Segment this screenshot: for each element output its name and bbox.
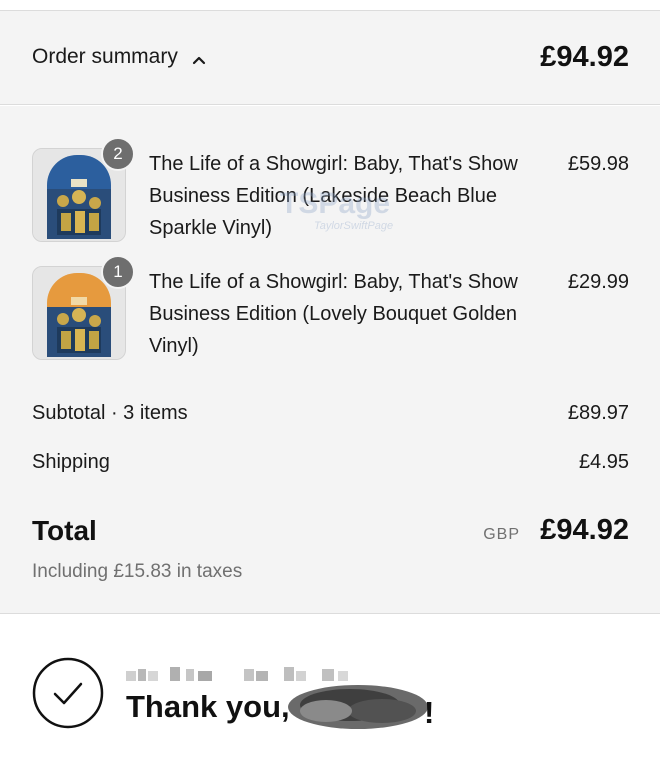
product-thumbnail: 2 [32,137,135,242]
check-circle-icon [32,657,104,729]
tax-note: Including £15.83 in taxes [32,561,243,582]
order-summary-label: Order summary [32,45,178,68]
quantity-badge: 1 [101,255,135,289]
item-title: The Life of a Showgirl: Baby, That's Sho… [149,153,518,239]
item-title: The Life of a Showgirl: Baby, That's Sho… [149,271,518,357]
subtotal-label: Subtotal · 3 items [32,402,188,424]
order-summary-header[interactable]: Order summary £94.92 [0,11,660,105]
top-divider [0,0,660,11]
shipping-label: Shipping [32,451,110,473]
quantity-badge: 2 [101,137,135,171]
total-currency: GBP [483,526,520,543]
redacted-customer-name: ! [286,681,434,733]
total-value: £94.92 [540,514,629,546]
product-thumbnail: 1 [32,255,135,360]
item-price: £59.98 [567,153,629,175]
confirmation-section: Thank you, ! [0,615,660,758]
chevron-up-icon[interactable] [192,52,206,65]
thank-you-text: Thank you, [126,689,290,724]
subtotal-value: £89.97 [567,402,629,424]
header-total-price: £94.92 [540,41,629,73]
total-label: Total [32,515,97,546]
order-confirmation-page: Order summary £94.92 2 The Life of a Sho… [0,0,660,758]
thank-you-heading: Thank you, [126,689,290,725]
item-price: £29.99 [567,271,629,293]
exclamation-mark: ! [424,695,432,730]
order-summary-toggle[interactable]: Order summary [32,45,206,69]
order-summary-body: 2 The Life of a Showgirl: Baby, That's S… [0,106,660,614]
shipping-value: £4.95 [578,451,629,473]
redacted-confirmation-number [126,663,361,683]
